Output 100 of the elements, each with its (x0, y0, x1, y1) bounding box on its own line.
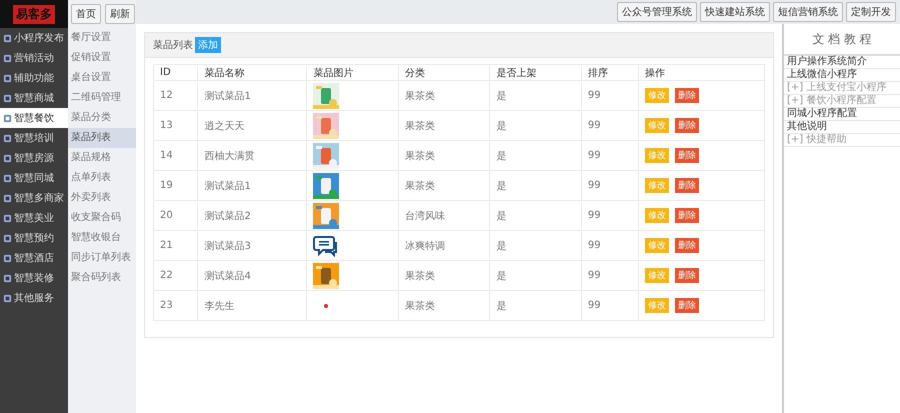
table-cell: 99 (581, 110, 638, 140)
docs-title: 文 档 教 程 (784, 24, 900, 56)
table-cell: 99 (581, 170, 638, 200)
column-header: ID (154, 64, 198, 80)
tile-icon (3, 254, 12, 262)
table-cell: 李先生 (198, 290, 307, 320)
doc-link[interactable]: [+] 快捷帮助 (784, 134, 900, 147)
system-button[interactable]: 快速建站系统 (700, 2, 770, 22)
submenu-item[interactable]: 智慧收银台 (68, 228, 136, 248)
sidebar-item[interactable]: 营销活动 (0, 48, 68, 68)
delete-button[interactable]: 删除 (674, 298, 699, 313)
doc-link[interactable]: 上线微信小程序 (784, 69, 900, 82)
doc-link[interactable]: [+] 餐饮小程序配置 (784, 95, 900, 108)
submenu-item[interactable]: 菜品列表 (68, 128, 136, 148)
tile-icon (3, 174, 12, 182)
column-header: 分类 (398, 64, 490, 80)
delete-button[interactable]: 删除 (674, 268, 699, 283)
submenu-item[interactable]: 收支聚合码 (68, 208, 136, 228)
table-cell: 台湾风味 (398, 200, 490, 230)
table-cell: 果茶类 (398, 170, 490, 200)
tile-icon (3, 294, 12, 302)
table-cell: 99 (581, 290, 638, 320)
tile-icon (3, 54, 12, 62)
doc-link[interactable]: 用户操作系统简介 (784, 56, 900, 69)
sidebar-item[interactable]: 智慧装修 (0, 268, 68, 288)
tile-icon (3, 34, 12, 42)
sidebar-item[interactable]: 其他服务 (0, 288, 68, 308)
submenu-item[interactable]: 菜品规格 (68, 148, 136, 168)
column-header: 排序 (581, 64, 638, 80)
sidebar-item[interactable]: 智慧餐饮 (0, 108, 68, 128)
table-cell: 果茶类 (398, 110, 490, 140)
table-cell: 99 (581, 80, 638, 110)
tile-icon (3, 94, 12, 102)
doc-link[interactable]: 其他说明 (784, 121, 900, 134)
top-button[interactable]: 刷新 (105, 4, 135, 24)
top-button[interactable]: 首页 (71, 4, 101, 24)
delete-button[interactable]: 删除 (674, 178, 699, 193)
system-button[interactable]: 公众号管理系统 (617, 2, 697, 22)
submenu-item[interactable]: 外卖列表 (68, 188, 136, 208)
tile-icon (3, 74, 12, 82)
table-cell: 是 (490, 140, 582, 170)
table-cell: 果茶类 (398, 290, 490, 320)
submenu-item[interactable]: 桌台设置 (68, 68, 136, 88)
sidebar-item[interactable]: 智慧培训 (0, 128, 68, 148)
submenu-item[interactable]: 同步订单列表 (68, 248, 136, 268)
sidebar-item[interactable]: 智慧房源 (0, 148, 68, 168)
table-cell: 是 (490, 80, 582, 110)
doc-link[interactable]: 同城小程序配置 (784, 108, 900, 121)
table-cell: 20 (154, 200, 198, 230)
table-cell: 测试菜品2 (198, 200, 307, 230)
table-cell: 14 (154, 140, 198, 170)
sidebar-item[interactable]: 智慧美业 (0, 208, 68, 228)
table-cell: 22 (154, 260, 198, 290)
table-cell: 果茶类 (398, 80, 490, 110)
table-cell: 果茶类 (398, 260, 490, 290)
table-cell: 12 (154, 80, 198, 110)
submenu-item[interactable]: 促销设置 (68, 48, 136, 68)
system-button[interactable]: 短信营销系统 (773, 2, 843, 22)
submenu-item[interactable]: 餐厅设置 (68, 28, 136, 48)
tile-icon (3, 154, 12, 162)
delete-button[interactable]: 删除 (674, 88, 699, 103)
table-cell: 是 (490, 290, 582, 320)
submenu-item[interactable]: 聚合码列表 (68, 268, 136, 288)
add-button[interactable]: 添加 (195, 37, 221, 53)
table-cell: 99 (581, 230, 638, 260)
table-cell: 测试菜品4 (198, 260, 307, 290)
table-cell: 21 (154, 230, 198, 260)
sidebar-item[interactable]: 智慧商城 (0, 88, 68, 108)
delete-button[interactable]: 删除 (674, 148, 699, 163)
column-header: 是否上架 (490, 64, 582, 80)
delete-button[interactable]: 删除 (674, 208, 699, 223)
sidebar-item[interactable]: 智慧多商家 (0, 188, 68, 208)
table-cell: 是 (490, 200, 582, 230)
sidebar-item[interactable]: 辅助功能 (0, 68, 68, 88)
table-cell: 是 (490, 260, 582, 290)
tile-icon (3, 274, 12, 282)
submenu-item[interactable]: 点单列表 (68, 168, 136, 188)
column-header: 菜品名称 (198, 64, 307, 80)
table-cell: 是 (490, 230, 582, 260)
submenu-item[interactable]: 二维码管理 (68, 88, 136, 108)
column-header: 菜品图片 (306, 64, 398, 80)
table-cell: 99 (581, 140, 638, 170)
sidebar-item[interactable]: 智慧同城 (0, 168, 68, 188)
submenu-item[interactable]: 菜品分类 (68, 108, 136, 128)
sidebar-item[interactable]: 小程序发布 (0, 28, 68, 48)
table-cell: 19 (154, 170, 198, 200)
tile-icon (3, 234, 12, 242)
doc-link[interactable]: [+] 上线支付宝小程序 (784, 82, 900, 95)
tile-icon (3, 214, 12, 222)
sidebar-item[interactable]: 智慧预约 (0, 228, 68, 248)
table-cell: 西柚大满贯 (198, 140, 307, 170)
tile-icon (3, 134, 12, 142)
panel-title: 菜品列表 (153, 38, 193, 52)
table-cell: 果茶类 (398, 140, 490, 170)
table-cell: 冰爽特调 (398, 230, 490, 260)
delete-button[interactable]: 删除 (674, 118, 699, 133)
sidebar-item[interactable]: 智慧酒店 (0, 248, 68, 268)
system-button[interactable]: 定制开发 (846, 2, 896, 22)
delete-button[interactable]: 删除 (674, 238, 699, 253)
tile-icon (3, 194, 12, 202)
